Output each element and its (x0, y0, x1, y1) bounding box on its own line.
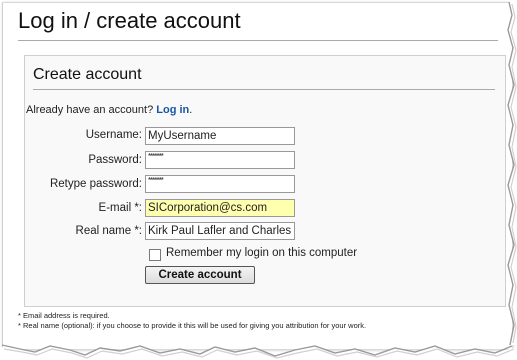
username-input[interactable]: MyUsername (145, 127, 295, 145)
page-title: Log in / create account (18, 8, 241, 33)
email-input[interactable]: SICorporation@cs.com (145, 199, 295, 217)
remember-login-label: Remember my login on this computer (166, 247, 358, 259)
retype-password-input[interactable]: ******* (145, 175, 295, 193)
screenshot-page: Log in / create account Create account A… (0, 0, 517, 360)
password-input[interactable]: ******* (145, 151, 295, 169)
email-required-note: * Email address is required. (18, 311, 110, 320)
already-text: Already have an account? (26, 104, 154, 116)
remember-login-checkbox[interactable] (149, 249, 161, 261)
title-divider (18, 40, 498, 41)
username-label: Username: (85, 129, 142, 141)
create-account-button[interactable]: Create account (145, 266, 255, 284)
real-name-input[interactable]: Kirk Paul Lafler and Charles (145, 222, 295, 240)
section-heading: Create account (33, 66, 142, 83)
section-divider (33, 89, 495, 90)
email-label: E-mail *: (98, 202, 142, 214)
retype-password-label: Retype password: (49, 178, 142, 190)
real-name-label: Real name *: (75, 225, 142, 237)
login-suffix: . (189, 104, 193, 116)
already-have-account-text: Already have an account? Log in. (26, 104, 192, 116)
real-name-optional-note: * Real name (optional): if you choose to… (18, 321, 367, 330)
login-link[interactable]: Log in (156, 104, 189, 116)
password-label: Password: (88, 154, 142, 166)
